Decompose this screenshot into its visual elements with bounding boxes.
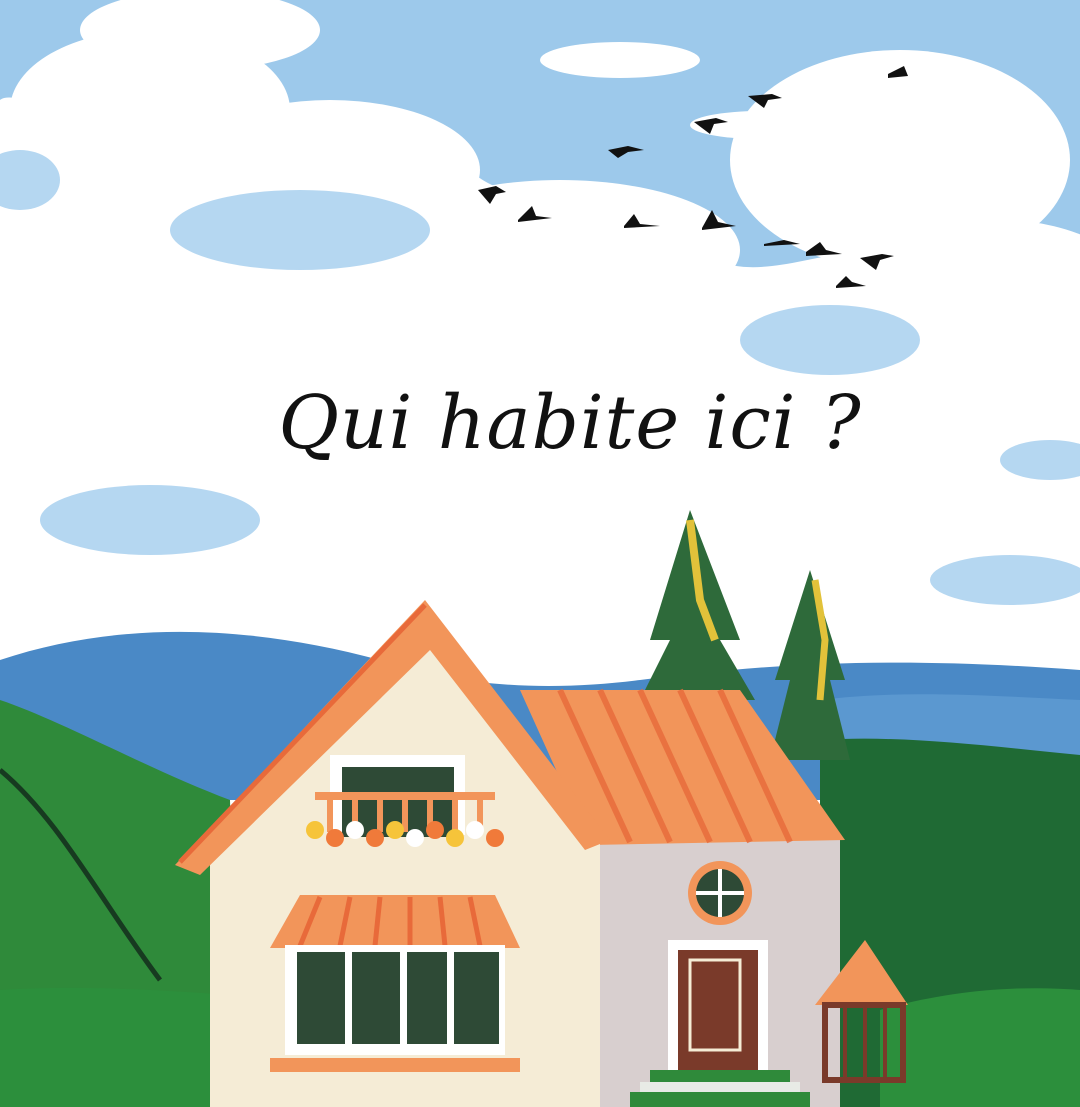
hill-bottom-left	[0, 987, 230, 1107]
landscape-illustration	[0, 0, 1080, 1107]
page-title: Qui habite ici ?	[278, 380, 862, 466]
balcony-rail	[315, 792, 495, 800]
window-sill	[270, 1058, 520, 1072]
illustration-scene: Qui habite ici ?	[0, 0, 1080, 1107]
hill-bottom-right	[880, 988, 1080, 1107]
step	[630, 1092, 810, 1107]
step	[650, 1070, 790, 1082]
step	[640, 1082, 800, 1092]
